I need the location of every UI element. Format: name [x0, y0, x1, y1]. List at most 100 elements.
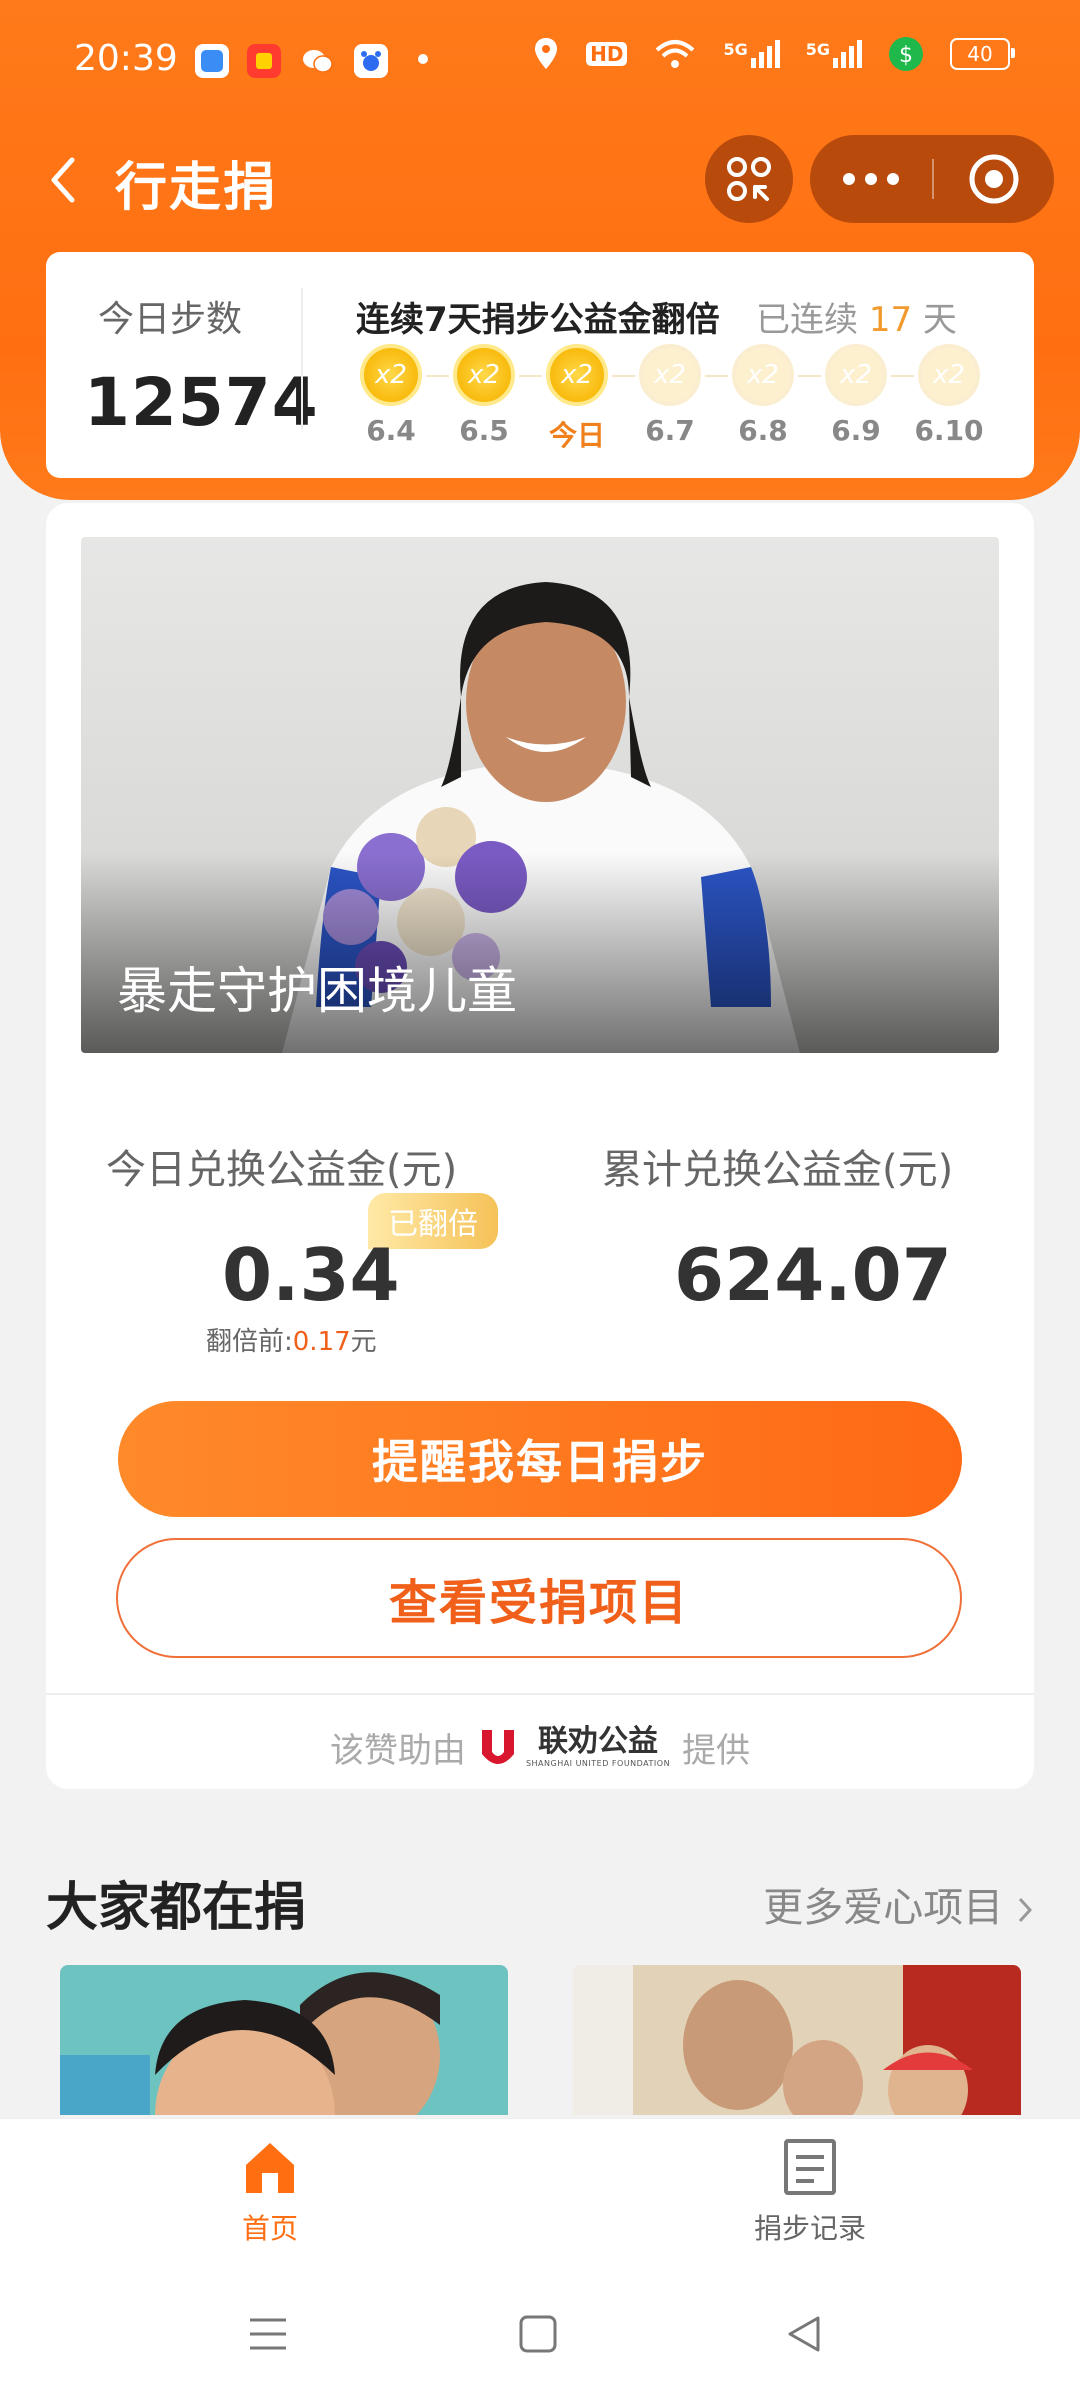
today-fund-label: 今日兑换公益金(元) [106, 1147, 458, 1193]
signal-5g-icon-2: 5G [806, 40, 862, 68]
target-close-icon [969, 154, 1019, 204]
double-coin-icon: x2 [639, 344, 701, 406]
streak-prefix: 已连续 [756, 300, 858, 340]
scan-button[interactable] [705, 135, 793, 223]
streak-day: x2 6.9 [821, 344, 891, 447]
records-icon [784, 2139, 836, 2195]
nav-header: 行走捐 [0, 125, 1080, 235]
streak-days: 17 [868, 300, 913, 340]
streak-day: x2 6.7 [635, 344, 705, 447]
section-title: 大家都在捐 [46, 1878, 307, 1938]
wifi-icon [656, 40, 695, 68]
streak-days-row: x2 6.4 x2 6.5 x2 今日 x2 6.7 x2 6.8 x2 6.9 x2 6.10 [356, 344, 1036, 454]
project-card: 暴走守护困境儿童 今日兑换公益金(元) 累计兑换公益金(元) 已翻倍 0.34 … [46, 503, 1034, 1789]
streak-day: x2 今日 [542, 344, 612, 454]
card-divider [46, 1693, 1034, 1695]
project-thumbnail-1[interactable] [60, 1965, 508, 2115]
baidu-icon [354, 44, 388, 78]
today-fund-value: 0.34 [222, 1233, 400, 1317]
today-steps-label: 今日步数 [98, 299, 243, 340]
streak-connector [426, 375, 449, 377]
streak-connector [612, 375, 635, 377]
battery-icon: 40 [950, 38, 1015, 70]
sponsor-prefix: 该赞助由 [329, 1731, 466, 1771]
double-coin-icon: x2 [453, 344, 515, 406]
children-photo [60, 1972, 440, 2115]
double-coin-icon: x2 [360, 344, 422, 406]
tab-home[interactable]: 首页 [170, 2137, 370, 2247]
elderly-photo [573, 1965, 1021, 2115]
remind-daily-button[interactable]: 提醒我每日捐步 [118, 1401, 962, 1517]
double-coin-icon: x2 [825, 344, 887, 406]
today-steps-value: 12574 [84, 364, 319, 441]
sponsor-suffix: 提供 [682, 1731, 751, 1771]
menu-icon[interactable] [248, 2314, 288, 2354]
streak-suffix: 天 [922, 300, 957, 340]
before-doubling: 翻倍前:0.17元 [206, 1321, 377, 1358]
before-unit: 元 [350, 1327, 377, 1357]
close-miniprogram-button[interactable] [934, 135, 1054, 223]
streak-connector [891, 375, 914, 377]
home-icon [246, 2143, 294, 2193]
red-packet-icon [247, 44, 281, 78]
streak-day: x2 6.4 [356, 344, 426, 447]
status-icons: HD 5G 5G $ 40 [532, 36, 1015, 72]
more-projects-link[interactable]: 更多爱心项目 [763, 1875, 1034, 1933]
total-fund-label: 累计兑换公益金(元) [602, 1147, 954, 1193]
payment-app-icon: $ [889, 37, 923, 71]
status-time: 20:39 [74, 38, 178, 79]
streak-day-label: 6.5 [459, 414, 509, 447]
project-thumbnail-2[interactable] [573, 1965, 1021, 2115]
before-label: 翻倍前: [206, 1327, 293, 1357]
hd-voice-icon: HD [586, 42, 628, 66]
more-options-button[interactable] [810, 135, 932, 223]
project-hero-image[interactable]: 暴走守护困境儿童 [81, 537, 999, 1053]
view-project-button[interactable]: 查看受捐项目 [116, 1538, 962, 1658]
more-projects-label: 更多爱心项目 [763, 1885, 1004, 1931]
united-foundation-logo-icon [481, 1729, 514, 1764]
streak-day-label: 6.7 [645, 414, 695, 447]
back-nav-icon[interactable] [784, 2314, 824, 2354]
streak-day-label: 6.9 [831, 414, 881, 447]
more-notifications-dot [418, 54, 428, 64]
before-value: 0.17 [292, 1327, 351, 1357]
back-icon[interactable] [40, 150, 90, 210]
tab-bar: 首页 捐步记录 [0, 2118, 1080, 2269]
steps-card: 今日步数 12574 连续7天捐步公益金翻倍 已连续 17 天 x2 6.4 x2 6… [46, 252, 1034, 478]
total-fund-value: 624.07 [674, 1233, 952, 1317]
system-nav-bar [0, 2268, 1080, 2400]
streak-connector [705, 375, 728, 377]
united-foundation-logo: 联劝公益 SHANGHAI UNITED FOUNDATION [478, 1726, 670, 1770]
streak-day: x2 6.10 [914, 344, 984, 447]
page-title: 行走捐 [115, 158, 278, 218]
signal-5g-icon: 5G [723, 40, 780, 68]
chevron-right-icon [1018, 1897, 1033, 1923]
wechat-icon [300, 44, 334, 78]
location-icon [535, 38, 558, 69]
double-coin-icon: x2 [918, 344, 980, 406]
more-dots-icon [843, 173, 899, 185]
tab-records[interactable]: 捐步记录 [710, 2137, 910, 2247]
logo-cn-text: 联劝公益 [538, 1724, 658, 1759]
steps-divider [301, 288, 303, 430]
scan-icon [727, 157, 771, 201]
streak-day-label: 6.10 [914, 414, 984, 447]
streak-day-label: 6.8 [738, 414, 788, 447]
streak-connector [519, 375, 542, 377]
double-coin-icon: x2 [732, 344, 794, 406]
tab-records-label: 捐步记录 [753, 2212, 866, 2245]
home-nav-icon[interactable] [518, 2314, 558, 2354]
tab-home-label: 首页 [241, 2212, 298, 2245]
logo-en-text: SHANGHAI UNITED FOUNDATION [525, 1759, 671, 1768]
streak-title: 连续7天捐步公益金翻倍 [356, 300, 720, 340]
streak-day-label: 6.4 [366, 414, 416, 447]
streak-day-label: 今日 [548, 419, 605, 452]
svg-text:$: $ [899, 43, 913, 68]
double-coin-icon: x2 [546, 344, 608, 406]
streak-connector [798, 375, 821, 377]
streak-day: x2 6.8 [728, 344, 798, 447]
status-bar: 20:39 HD 5G 5G $ 40 [0, 0, 1080, 125]
streak-count: 已连续 17 天 [756, 292, 957, 341]
streak-day: x2 6.5 [449, 344, 519, 447]
miniprogram-capsule [810, 135, 1054, 223]
